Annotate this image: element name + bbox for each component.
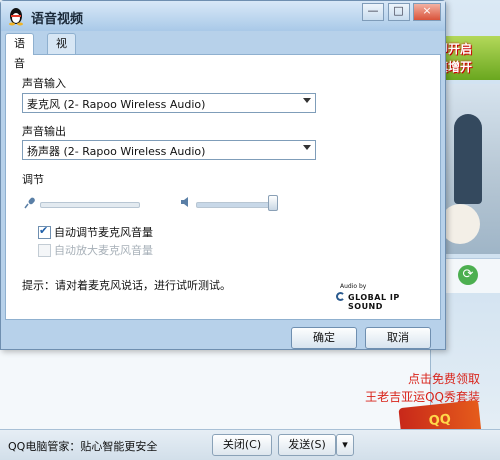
dialog-titlebar[interactable]: 语音视频 — □ × [1,1,445,31]
chevron-down-icon [303,145,311,150]
watermark [368,416,488,456]
speaker-volume-thumb[interactable] [268,195,278,211]
status-text[interactable]: QQ电脑管家：贴心智能更安全 [8,438,157,454]
auto-amplify-label[interactable]: 自动放大麦克风音量 [54,242,153,258]
adjust-label: 调节 [22,173,44,186]
mic-volume-slider[interactable] [40,202,140,208]
dog-figure [440,204,480,244]
person-figure [454,114,482,204]
input-device-select[interactable]: 麦克风 (2- Rapoo Wireless Audio) [22,93,316,113]
auto-amplify-checkbox[interactable] [38,244,51,257]
minimize-button[interactable]: — [362,3,384,21]
tab-video[interactable]: 视频 [47,33,76,70]
close-chat-button[interactable]: 关闭(C) [212,434,272,456]
refresh-icon[interactable]: ⟳ [458,265,478,285]
output-device-value: 扬声器 (2- Rapoo Wireless Audio) [27,145,206,158]
dialog-title: 语音视频 [31,12,84,27]
qq-penguin-icon [9,8,23,26]
speaker-icon [181,197,188,207]
brand-text: GLOBAL IP SOUND [348,293,400,311]
voice-settings-panel: 声音输入 麦克风 (2- Rapoo Wireless Audio) 声音输出 … [5,54,441,320]
output-label: 声音输出 [22,125,66,138]
send-dropdown-button[interactable]: ▾ [336,434,354,456]
close-button[interactable]: × [413,3,441,21]
input-label: 声音输入 [22,77,66,90]
promo-line-1[interactable]: 点击免费领取 [408,370,480,387]
global-ip-sound-logo: Audio by GLOBAL IP SOUND [336,283,436,311]
cancel-button[interactable]: 取消 [365,327,431,349]
audio-by-text: Audio by [340,283,367,290]
tab-voice[interactable]: 语音 [5,33,34,70]
speaker-volume-slider[interactable] [196,202,274,208]
maximize-button[interactable]: □ [387,3,410,21]
auto-adjust-checkbox[interactable] [38,224,51,239]
chevron-down-icon [303,98,311,103]
send-button[interactable]: 发送(S) [278,434,336,456]
ok-button[interactable]: 确定 [291,327,357,349]
microphone-icon [24,197,35,209]
gips-logo-icon [336,292,345,301]
hint-text: 提示：请对着麦克风说话，进行试听测试。 [22,279,231,292]
output-device-select[interactable]: 扬声器 (2- Rapoo Wireless Audio) [22,140,316,160]
voice-video-dialog: 语音视频 — □ × 语音 视频 声音输入 麦克风 (2- Rapoo Wire… [0,0,446,350]
input-device-value: 麦克风 (2- Rapoo Wireless Audio) [27,98,206,111]
auto-adjust-label[interactable]: 自动调节麦克风音量 [54,224,153,240]
